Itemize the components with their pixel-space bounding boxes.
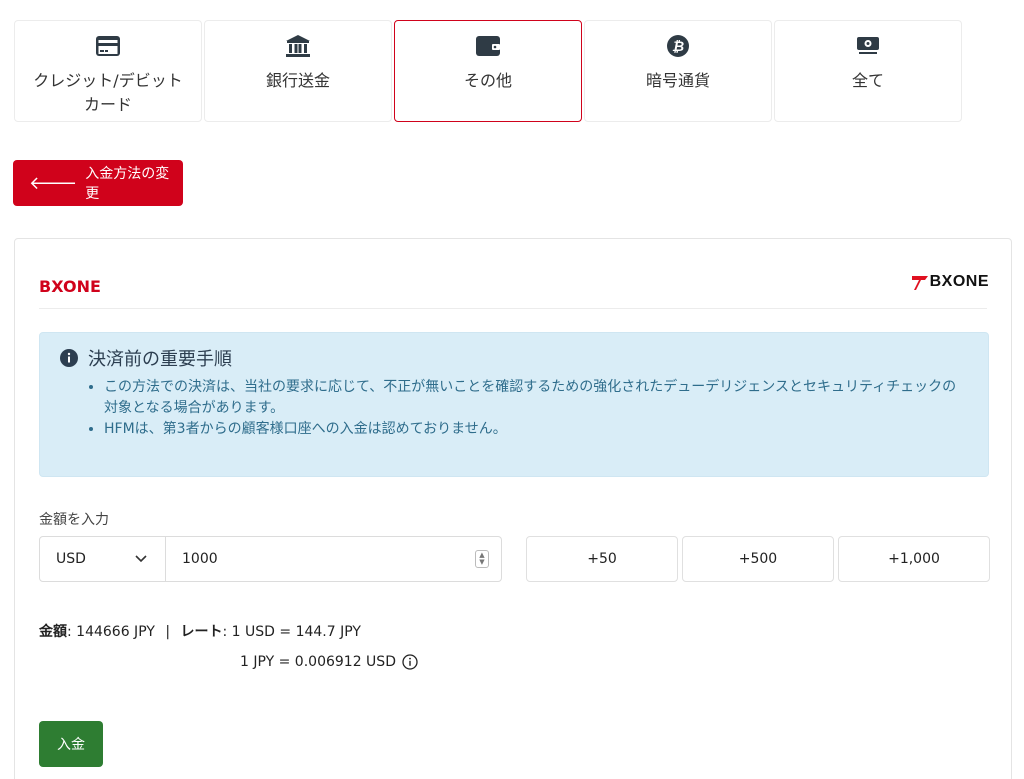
tab-bank-transfer[interactable]: 銀行送金 <box>204 20 392 122</box>
chevron-down-icon <box>135 555 147 563</box>
notice-item: この方法での決済は、当社の要求に応じて、不正が無いことを確認するための強化された… <box>104 377 968 419</box>
deposit-button[interactable]: 入金 <box>39 721 103 767</box>
tab-label: 銀行送金 <box>265 71 330 90</box>
amount-value: 1000 <box>182 551 218 567</box>
quick-amount-button[interactable]: +1,000 <box>838 536 990 582</box>
credit-card-icon <box>95 33 121 59</box>
notice-item: HFMは、第3者からの顧客様口座への入金は認めておりません。 <box>104 419 968 440</box>
payment-method-tabs: クレジット/デビットカード 銀行送金 その他 ₿ 暗号通貨 全て <box>14 20 964 122</box>
amount-input[interactable]: 1000 ▲ ▼ <box>166 536 502 582</box>
change-deposit-method-button[interactable]: 🡐 入金方法の変更 <box>13 160 183 206</box>
important-notice: 決済前の重要手順 この方法での決済は、当社の要求に応じて、不正が無いことを確認す… <box>39 332 989 477</box>
quick-amount-buttons: +50 +500 +1,000 <box>526 536 994 582</box>
quick-amount-button[interactable]: +50 <box>526 536 678 582</box>
inverse-rate-value: 1 JPY = 0.006912 USD <box>240 654 396 670</box>
wallet-icon <box>475 33 501 59</box>
amount-row: USD 1000 ▲ ▼ +50 +500 +1,000 <box>39 536 994 582</box>
currency-select[interactable]: USD <box>39 536 166 582</box>
tab-label: 全て <box>851 71 884 90</box>
tab-label: 暗号通貨 <box>645 71 710 90</box>
info-icon <box>60 349 78 367</box>
amount-summary-label: 金額 <box>39 624 67 640</box>
bxone-logo: BXONE <box>911 273 989 291</box>
payment-card: BXONE BXONE 決済前の重要手順 この方法での決済は、当社の要求に応じて… <box>14 238 1012 779</box>
summary-separator: | <box>165 624 171 640</box>
bitcoin-icon: ₿ <box>665 33 691 59</box>
arrow-left-icon: 🡐 <box>29 172 78 194</box>
notice-title: 決済前の重要手順 <box>88 349 232 370</box>
rate-value: : 1 USD = 144.7 JPY <box>222 624 361 640</box>
inverse-rate: 1 JPY = 0.006912 USD <box>240 647 418 677</box>
tab-label: その他 <box>463 71 512 90</box>
tab-crypto[interactable]: ₿ 暗号通貨 <box>584 20 772 122</box>
back-button-label: 入金方法の変更 <box>85 166 170 202</box>
amount-summary: 金額: 144666 JPY | レート: 1 USD = 144.7 JPY <box>39 617 361 647</box>
tab-other[interactable]: その他 <box>394 20 582 122</box>
svg-text:₿: ₿ <box>672 39 684 55</box>
rate-label: レート <box>180 624 223 640</box>
bank-icon <box>285 33 311 59</box>
tab-all[interactable]: 全て <box>774 20 962 122</box>
currency-value: USD <box>56 551 86 567</box>
tab-credit-debit-card[interactable]: クレジット/デビットカード <box>14 20 202 122</box>
number-spinner[interactable]: ▲ ▼ <box>475 550 489 568</box>
card-title: BXONE <box>39 277 101 296</box>
amount-label: 金額を入力 <box>39 512 109 528</box>
notice-list: この方法での決済は、当社の要求に応じて、不正が無いことを確認するための強化された… <box>104 377 968 440</box>
quick-amount-button[interactable]: +500 <box>682 536 834 582</box>
spinner-down-icon[interactable]: ▼ <box>479 559 484 566</box>
amount-summary-value: : 144666 JPY <box>67 624 155 640</box>
info-icon[interactable] <box>402 654 418 670</box>
tab-label: クレジット/デビットカード <box>33 71 183 114</box>
card-header: BXONE BXONE <box>39 269 989 309</box>
money-icon <box>855 33 881 59</box>
